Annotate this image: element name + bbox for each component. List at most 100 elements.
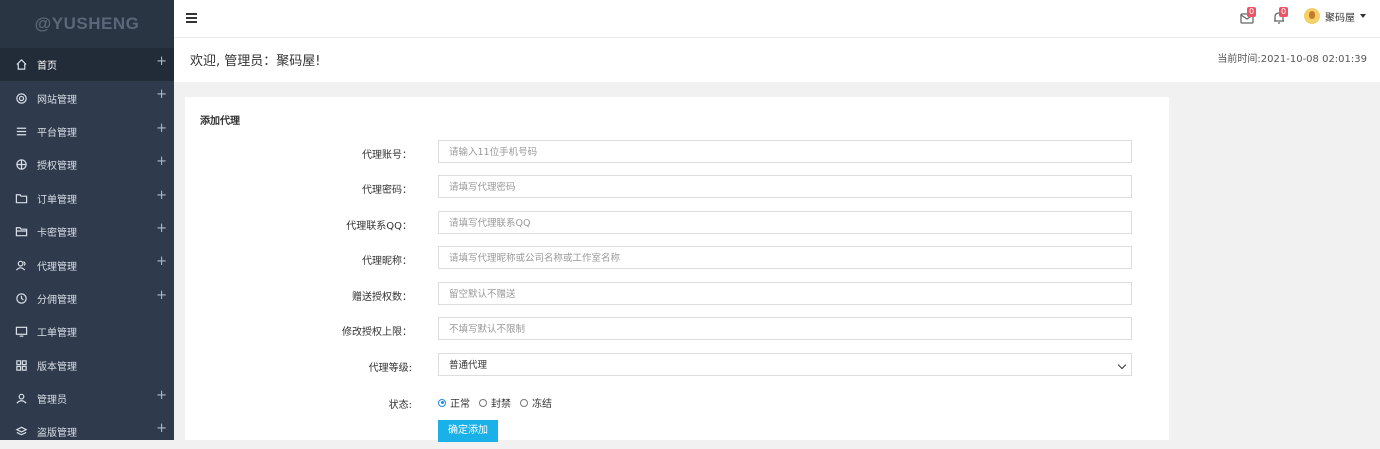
form-row-status: 状态: 正常 封禁 冻结 — [185, 390, 1169, 415]
current-time: 当前时间:2021-10-08 02:01:39 — [1217, 54, 1367, 65]
radio-icon — [520, 398, 528, 407]
sidebar-item-label: 卡密管理 — [37, 228, 77, 240]
gear-icon — [14, 91, 28, 105]
radio-checked-icon — [438, 398, 446, 407]
agent-nickname-input[interactable]: 请填写代理昵称或公司名称或工作室名称 — [438, 246, 1132, 269]
folder-open-icon — [14, 225, 28, 239]
sidebar-item-2[interactable]: 平台管理 + — [0, 115, 174, 148]
sidebar-item-10[interactable]: 管理员 + — [0, 382, 174, 415]
sidebar-item-5[interactable]: 卡密管理 + — [0, 215, 174, 248]
sidebar-item-label: 分佣管理 — [37, 294, 77, 306]
form-row-password: 代理密码： 请填写代理密码 — [185, 175, 1169, 200]
sidebar-item-label: 网站管理 — [37, 94, 77, 106]
sidebar-item-7[interactable]: 分佣管理 + — [0, 282, 174, 315]
plus-icon: + — [156, 220, 167, 236]
sidebar-item-label: 首页 — [37, 61, 57, 73]
user-icon — [14, 392, 28, 406]
topbar: 0 0 聚码屋 — [174, 0, 1380, 38]
status-radio-frozen[interactable]: 冻结 — [520, 395, 552, 410]
sidebar-item-11[interactable]: 盗版管理 + — [0, 415, 174, 448]
submit-add-button[interactable]: 确定添加 — [438, 420, 498, 442]
bell-badge: 0 — [1279, 7, 1289, 17]
chevron-down-icon — [1117, 360, 1127, 370]
grid-icon — [14, 358, 28, 372]
users-icon — [14, 258, 28, 272]
avatar — [1304, 8, 1320, 24]
sidebar-item-3[interactable]: 授权管理 + — [0, 148, 174, 181]
menu-toggle-icon[interactable] — [186, 13, 197, 23]
plus-icon: + — [156, 421, 167, 437]
sidebar-item-label: 授权管理 — [37, 161, 77, 173]
field-label: 代理昵称： — [362, 256, 412, 267]
agent-password-input[interactable]: 请填写代理密码 — [438, 175, 1132, 198]
sidebar-item-0[interactable]: 首页 + — [0, 48, 174, 82]
plus-icon: + — [156, 120, 167, 136]
sidebar-item-label: 平台管理 — [37, 127, 77, 139]
sidebar-item-1[interactable]: 网站管理 + — [0, 81, 174, 114]
status-radio-normal[interactable]: 正常 — [438, 395, 470, 410]
gift-license-input[interactable]: 留空默认不赠送 — [438, 282, 1132, 305]
sidebar-item-label: 工单管理 — [37, 328, 77, 340]
sidebar-item-9[interactable]: 版本管理 — [0, 349, 174, 382]
radio-icon — [479, 398, 487, 407]
sidebar-nav: 首页 + 网站管理 + 平台管理 + 授权管理 + 订单管理 + 卡密管理 + 代理管理 + 分佣管理 + 工单… — [0, 48, 174, 449]
mail-badge: 0 — [1247, 7, 1257, 17]
field-label: 代理账号： — [362, 150, 412, 161]
agent-qq-input[interactable]: 请填写代理联系QQ — [438, 211, 1132, 234]
add-agent-panel: 添加代理 代理账号： 请输入11位手机号码 代理密码： 请填写代理密码 代理联系… — [185, 97, 1169, 442]
welcome-bar: 欢迎, 管理员：聚码屋! 当前时间:2021-10-08 02:01:39 — [174, 38, 1380, 82]
sidebar-item-label: 代理管理 — [37, 261, 77, 273]
agent-level-select[interactable]: 普通代理 — [438, 353, 1132, 376]
username: 聚码屋 — [1325, 12, 1355, 24]
form-row-account: 代理账号： 请输入11位手机号码 — [185, 140, 1169, 165]
chevron-down-icon — [1360, 14, 1366, 18]
plus-icon: + — [156, 54, 167, 69]
field-label: 代理等级: — [368, 363, 412, 374]
bell-notification-button[interactable]: 0 — [1272, 7, 1290, 25]
sidebar: @YUSHENG 首页 + 网站管理 + 平台管理 + 授权管理 + 订单管理 + 卡密管理 + 代理管… — [0, 0, 174, 440]
form-row-level: 代理等级: 普通代理 — [185, 353, 1169, 378]
clock-icon — [14, 291, 28, 305]
status-radio-group: 正常 封禁 冻结 — [438, 395, 552, 410]
field-label: 赠送授权数： — [352, 292, 412, 303]
plus-icon: + — [156, 187, 167, 203]
home-icon — [14, 58, 28, 72]
form-row-qq: 代理联系QQ： 请填写代理联系QQ — [185, 211, 1169, 236]
sidebar-item-6[interactable]: 代理管理 + — [0, 248, 174, 281]
folder-icon — [14, 191, 28, 205]
layers-icon — [14, 425, 28, 439]
field-label: 修改授权上限： — [342, 327, 412, 338]
radio-label: 封禁 — [491, 399, 511, 410]
plus-icon: + — [156, 154, 167, 170]
form-row-nickname: 代理昵称： 请填写代理昵称或公司名称或工作室名称 — [185, 246, 1169, 271]
plus-icon: + — [156, 87, 167, 103]
user-menu[interactable]: 聚码屋 — [1304, 8, 1366, 24]
mail-notification-button[interactable]: 0 — [1240, 7, 1258, 25]
brand-logo: @YUSHENG — [0, 0, 174, 48]
panel-title: 添加代理 — [200, 116, 240, 127]
field-label: 状态: — [388, 400, 412, 411]
agent-level-value: 普通代理 — [449, 360, 488, 371]
plus-icon: + — [156, 287, 167, 303]
license-limit-input[interactable]: 不填写默认不限制 — [438, 317, 1132, 340]
field-label: 代理联系QQ： — [346, 221, 412, 232]
status-radio-banned[interactable]: 封禁 — [479, 395, 511, 410]
radio-label: 冻结 — [532, 399, 552, 410]
plus-icon: + — [156, 387, 167, 403]
welcome-greeting: 欢迎, 管理员：聚码屋! — [190, 54, 321, 69]
form-row-gift-count: 赠送授权数： 留空默认不赠送 — [185, 282, 1169, 307]
plus-icon: + — [156, 254, 167, 270]
sidebar-item-8[interactable]: 工单管理 — [0, 315, 174, 348]
radio-label: 正常 — [450, 399, 470, 410]
sidebar-item-label: 版本管理 — [37, 361, 77, 373]
form-row-limit: 修改授权上限： 不填写默认不限制 — [185, 317, 1169, 342]
basketball-icon — [14, 158, 28, 172]
sidebar-item-label: 订单管理 — [37, 194, 77, 206]
sidebar-item-4[interactable]: 订单管理 + — [0, 182, 174, 215]
field-label: 代理密码： — [362, 185, 412, 196]
monitor-icon — [14, 325, 28, 339]
list-icon — [14, 124, 28, 138]
sidebar-item-label: 盗版管理 — [37, 428, 77, 440]
agent-account-input[interactable]: 请输入11位手机号码 — [438, 140, 1132, 163]
sidebar-item-label: 管理员 — [37, 395, 67, 407]
